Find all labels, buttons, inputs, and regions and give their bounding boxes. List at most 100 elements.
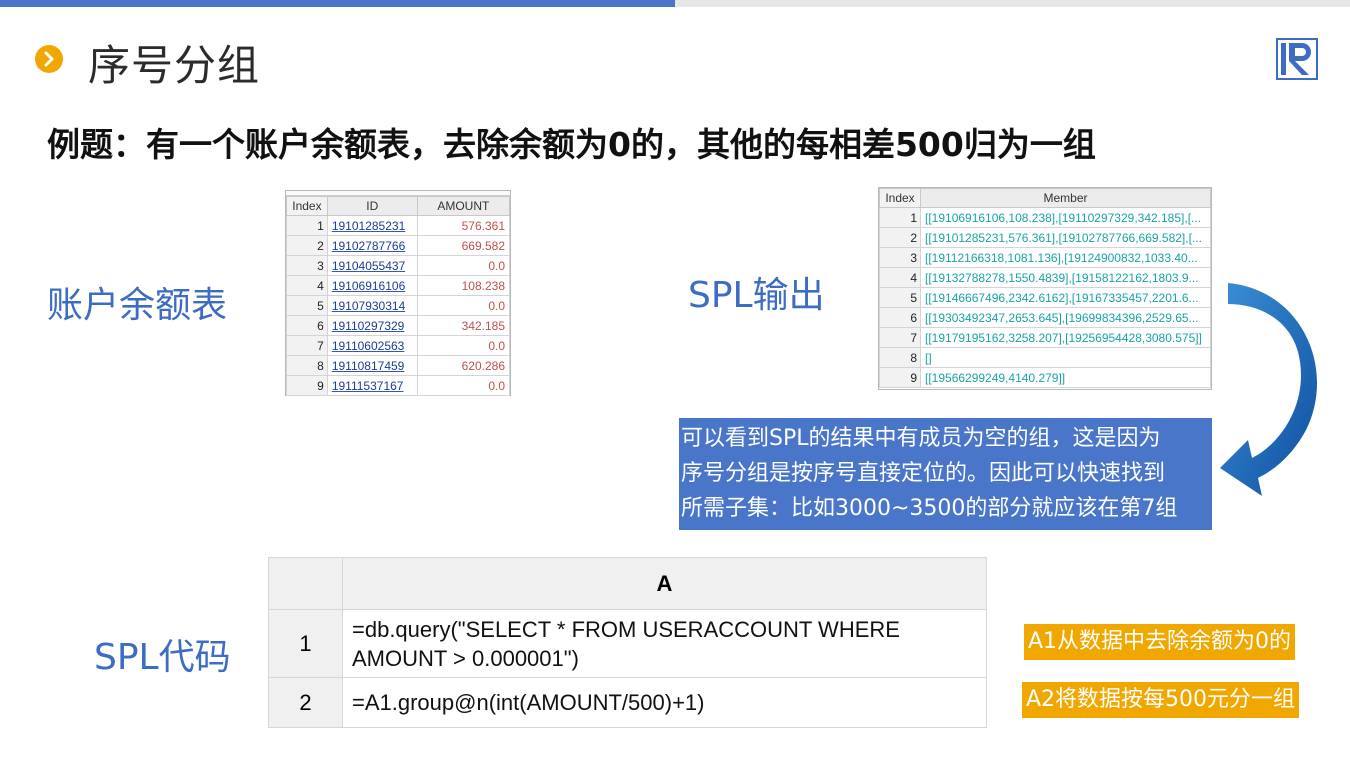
row-index-cell: 7	[879, 327, 921, 348]
amount-cell[interactable]: 620.286	[416, 355, 511, 376]
member-cell[interactable]: [[19303492347,2653.645],[19699834396,252…	[920, 307, 1211, 328]
id-link[interactable]: 19110602563	[332, 339, 405, 353]
row-header-1[interactable]: 1	[268, 609, 343, 678]
amount-cell[interactable]: 0.0	[416, 335, 511, 356]
id-link[interactable]: 19101285231	[332, 219, 405, 233]
spl-code-grid: A 1 =db.query("SELECT * FROM USERACCOUNT…	[268, 557, 987, 728]
id-cell[interactable]: 19102787766	[326, 235, 418, 256]
table-row[interactable]: 6 [[19303492347,2653.645],[19699834396,25…	[879, 307, 1211, 328]
id-link[interactable]: 19107930314	[332, 299, 405, 313]
amount-cell[interactable]: 0.0	[416, 375, 511, 396]
row-header-2[interactable]: 2	[268, 677, 343, 728]
chevron-right-icon	[35, 45, 63, 73]
id-link[interactable]: 19110297329	[332, 319, 405, 333]
amount-cell[interactable]: 0.0	[416, 255, 511, 276]
column-header-index[interactable]: Index	[286, 196, 328, 216]
member-cell[interactable]: [[19112166318,1081.136],[19124900832,103…	[920, 247, 1211, 268]
grid-corner-cell[interactable]	[268, 557, 343, 610]
column-header-member[interactable]: Member	[920, 188, 1211, 208]
table-row[interactable]: 2 19102787766 669.582	[286, 235, 511, 256]
member-cell[interactable]: [[19179195162,3258.207],[19256954428,308…	[920, 327, 1211, 348]
amount-cell[interactable]: 108.238	[416, 275, 511, 296]
spl-code-label: SPL代码	[94, 637, 231, 678]
id-cell[interactable]: 19111537167	[326, 375, 418, 396]
row-index-cell: 7	[286, 335, 328, 356]
page-title: 序号分组	[88, 41, 261, 90]
row-index-cell: 5	[286, 295, 328, 316]
code-line: =db.query("SELECT * FROM USERACCOUNT WHE…	[352, 616, 900, 642]
explanation-note: 可以看到SPL的结果中有成员为空的组，这是因为 序号分组是按序号直接定位的。因此…	[679, 418, 1212, 530]
id-link[interactable]: 19110817459	[332, 359, 405, 373]
output-grid: Index Member 1 [[19106916106,108.238],[19…	[879, 188, 1211, 388]
annotation-tag-a1: A1从数据中去除余额为0的	[1024, 624, 1296, 660]
id-link[interactable]: 19102787766	[332, 239, 405, 253]
row-index-cell: 8	[879, 347, 921, 368]
annotation-tag-a2: A2将数据按每500元分一组	[1022, 682, 1300, 718]
row-index-cell: 3	[879, 247, 921, 268]
table-row[interactable]: 8 19110817459 620.286	[286, 355, 511, 376]
table-row[interactable]: 7 19110602563 0.0	[286, 335, 511, 356]
top-accent-bar	[0, 0, 675, 7]
column-header-a[interactable]: A	[342, 557, 987, 610]
table-row[interactable]: 9 19111537167 0.0	[286, 375, 511, 396]
member-cell[interactable]: [[19101285231,576.361],[19102787766,669.…	[920, 227, 1211, 248]
row-index-cell: 3	[286, 255, 328, 276]
code-cell-a2[interactable]: =A1.group@n(int(AMOUNT/500)+1)	[342, 677, 987, 728]
column-header-index[interactable]: Index	[879, 188, 921, 208]
table-row[interactable]: 6 19110297329 342.185	[286, 315, 511, 336]
id-cell[interactable]: 19110297329	[326, 315, 418, 336]
r-logo-icon	[1276, 38, 1318, 80]
note-line: 所需子集：比如3000~3500的部分就应该在第7组	[681, 496, 1178, 521]
table-row[interactable]: 5 19107930314 0.0	[286, 295, 511, 316]
id-cell[interactable]: 19107930314	[326, 295, 418, 316]
member-cell[interactable]: [[19132788278,1550.4839],[19158122162,18…	[920, 267, 1211, 288]
account-grid: Index ID AMOUNT 1 19101285231 576.361 2 1910…	[286, 196, 511, 396]
spl-output-label: SPL输出	[688, 275, 825, 316]
table-row[interactable]: 3 19104055437 0.0	[286, 255, 511, 276]
row-index-cell: 4	[286, 275, 328, 296]
member-cell[interactable]: [[19566299249,4140.279]]	[920, 367, 1211, 388]
code-cell-a1[interactable]: =db.query("SELECT * FROM USERACCOUNT WHE…	[342, 609, 987, 678]
member-cell[interactable]: [[19106916106,108.238],[19110297329,342.…	[920, 207, 1211, 228]
top-gray-bar	[675, 0, 1350, 7]
id-cell[interactable]: 19101285231	[326, 215, 418, 236]
id-cell[interactable]: 19104055437	[326, 255, 418, 276]
curved-arrow-icon	[1220, 283, 1318, 496]
table-row[interactable]: 3 [[19112166318,1081.136],[19124900832,10…	[879, 247, 1211, 268]
amount-cell[interactable]: 342.185	[416, 315, 511, 336]
account-table: Index ID AMOUNT 1 19101285231 576.361 2 1910…	[285, 190, 511, 396]
amount-cell[interactable]: 576.361	[416, 215, 511, 236]
table-row[interactable]: 7 [[19179195162,3258.207],[19256954428,30…	[879, 327, 1211, 348]
table-header-row: Index Member	[879, 188, 1211, 208]
row-index-cell: 9	[286, 375, 328, 396]
amount-cell[interactable]: 669.582	[416, 235, 511, 256]
table-row[interactable]: 9 [[19566299249,4140.279]]	[879, 367, 1211, 388]
amount-cell[interactable]: 0.0	[416, 295, 511, 316]
id-link[interactable]: 19106916106	[332, 279, 405, 293]
row-index-cell: 2	[879, 227, 921, 248]
id-link[interactable]: 19104055437	[332, 259, 405, 273]
id-link[interactable]: 19111537167	[332, 379, 404, 393]
row-index-cell: 1	[879, 207, 921, 228]
table-row[interactable]: 2 [[19101285231,576.361],[19102787766,669…	[879, 227, 1211, 248]
row-index-cell: 4	[879, 267, 921, 288]
table-row[interactable]: 1 [[19106916106,108.238],[19110297329,342…	[879, 207, 1211, 228]
table-row[interactable]: 5 [[19146667496,2342.6162],[19167335457,2…	[879, 287, 1211, 308]
table-row[interactable]: 1 19101285231 576.361	[286, 215, 511, 236]
column-header-id[interactable]: ID	[326, 196, 418, 216]
table-header-row: Index ID AMOUNT	[286, 196, 511, 216]
table-row[interactable]: 4 [[19132788278,1550.4839],[19158122162,1…	[879, 267, 1211, 288]
table-row[interactable]: 4 19106916106 108.238	[286, 275, 511, 296]
id-cell[interactable]: 19106916106	[326, 275, 418, 296]
column-header-amount[interactable]: AMOUNT	[416, 196, 511, 216]
member-cell[interactable]: []	[920, 347, 1211, 368]
id-cell[interactable]: 19110602563	[326, 335, 418, 356]
table-row[interactable]: 8[]	[879, 347, 1211, 368]
member-cell[interactable]: [[19146667496,2342.6162],[19167335457,22…	[920, 287, 1211, 308]
code-line: =A1.group@n(int(AMOUNT/500)+1)	[352, 690, 705, 715]
row-index-cell: 2	[286, 235, 328, 256]
row-index-cell: 9	[879, 367, 921, 388]
row-index-cell: 6	[879, 307, 921, 328]
row-index-cell: 5	[879, 287, 921, 308]
id-cell[interactable]: 19110817459	[326, 355, 418, 376]
